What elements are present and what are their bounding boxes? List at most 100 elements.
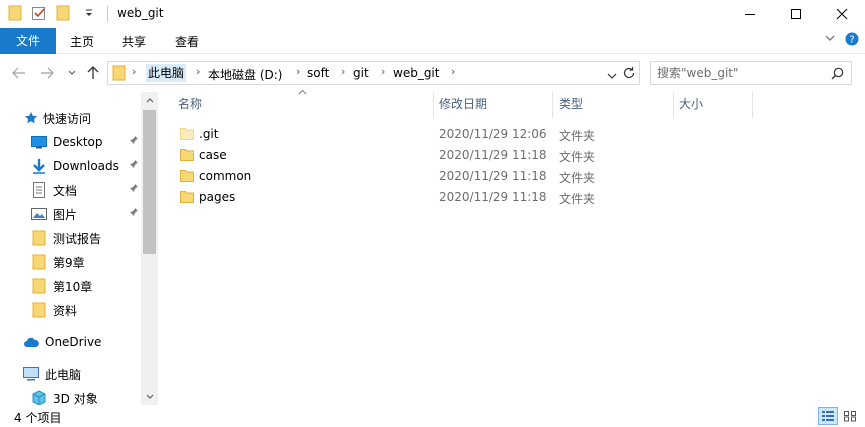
nav-scrollbar[interactable]: [141, 92, 158, 405]
nav-item-pictures[interactable]: 图片: [31, 203, 141, 225]
help-icon[interactable]: ?: [845, 32, 859, 49]
breadcrumb-git[interactable]: git: [353, 66, 369, 80]
column-header-name[interactable]: 名称: [178, 92, 202, 118]
table-row[interactable]: case 2020/11/29 11:18 文件夹: [178, 145, 798, 166]
minimize-button[interactable]: [727, 0, 773, 28]
column-header-size[interactable]: 大小: [679, 92, 703, 118]
file-modified: 2020/11/29 12:06: [439, 127, 547, 141]
navigation-pane: 快速访问 Desktop Downloads 文档 图片 测试报告 第9章 第1…: [0, 92, 158, 405]
column-divider[interactable]: [673, 92, 674, 118]
folder-icon: [180, 127, 194, 140]
folder-icon: [31, 278, 47, 294]
status-bar: 4 个项目: [0, 405, 865, 427]
column-divider[interactable]: [752, 92, 753, 118]
properties-icon[interactable]: [31, 5, 47, 24]
scroll-down-icon[interactable]: [141, 388, 158, 405]
recent-locations-dropdown[interactable]: [63, 64, 81, 82]
desktop-icon: [31, 134, 47, 150]
nav-item-materials[interactable]: 资料: [31, 299, 141, 321]
breadcrumb-web-git[interactable]: web_git: [393, 66, 439, 80]
search-icon[interactable]: [831, 67, 844, 83]
file-list: 名称 修改日期 类型 大小 .git 2020/11/29 12:06 文件夹 …: [158, 89, 865, 405]
scroll-up-icon[interactable]: [141, 92, 158, 109]
breadcrumb-chevron-icon[interactable]: ›: [296, 65, 300, 78]
nav-item-label: 快速访问: [43, 111, 92, 126]
file-name[interactable]: pages: [199, 190, 235, 204]
folder-icon: [31, 302, 47, 318]
pin-icon[interactable]: [129, 207, 139, 220]
address-dropdown-icon[interactable]: [607, 69, 617, 83]
search-box[interactable]: [650, 61, 852, 85]
file-type: 文件夹: [559, 192, 596, 206]
nav-quick-access[interactable]: 快速访问: [23, 107, 141, 129]
tab-share[interactable]: 共享: [112, 30, 156, 54]
nav-item-label: 3D 对象: [53, 391, 98, 406]
nav-item-label: 测试报告: [53, 231, 102, 246]
nav-item-desktop[interactable]: Desktop: [31, 131, 141, 153]
refresh-icon[interactable]: [622, 66, 636, 83]
folder-icon: [8, 5, 22, 24]
cube-3d-icon: [31, 390, 47, 405]
address-row: › 此电脑 › 本地磁盘 (D:) › soft › git › web_git…: [0, 54, 865, 92]
maximize-button[interactable]: [773, 0, 819, 28]
ribbon-tabs: 文件 主页 共享 查看 ?: [0, 28, 865, 54]
download-icon: [31, 158, 47, 174]
forward-button[interactable]: [38, 64, 56, 82]
tab-home[interactable]: 主页: [60, 30, 104, 54]
new-folder-icon[interactable]: [55, 5, 71, 24]
file-modified: 2020/11/29 11:18: [439, 148, 547, 162]
breadcrumb-chevron-icon[interactable]: ›: [341, 65, 345, 78]
breadcrumb-chevron-icon[interactable]: ›: [381, 65, 385, 78]
file-modified: 2020/11/29 11:18: [439, 190, 547, 204]
file-name[interactable]: .git: [199, 127, 218, 141]
title-separator: [107, 6, 108, 22]
column-divider[interactable]: [552, 92, 553, 118]
column-header-type[interactable]: 类型: [559, 92, 583, 118]
breadcrumb-chevron-icon[interactable]: ›: [132, 65, 136, 78]
address-bar[interactable]: › 此电脑 › 本地磁盘 (D:) › soft › git › web_git…: [107, 61, 640, 85]
nav-item-label: 此电脑: [45, 367, 82, 382]
nav-item-documents[interactable]: 文档: [31, 179, 141, 201]
breadcrumb-chevron-icon[interactable]: ›: [196, 65, 200, 78]
quick-access-toolbar-dropdown-icon[interactable]: [84, 7, 94, 22]
breadcrumb-soft[interactable]: soft: [307, 66, 329, 80]
nav-item-chapter-10[interactable]: 第10章: [31, 275, 141, 297]
folder-icon: [180, 148, 194, 161]
nav-item-chapter-9[interactable]: 第9章: [31, 251, 141, 273]
search-input[interactable]: [657, 65, 827, 81]
star-icon: [23, 110, 39, 126]
expand-ribbon-icon[interactable]: [825, 33, 835, 46]
close-button[interactable]: [819, 0, 865, 28]
tab-view[interactable]: 查看: [165, 30, 209, 54]
table-row[interactable]: common 2020/11/29 11:18 文件夹: [178, 166, 798, 187]
computer-icon: [23, 366, 39, 382]
nav-item-label: OneDrive: [45, 335, 102, 349]
file-type: 文件夹: [559, 171, 596, 185]
tab-file[interactable]: 文件: [0, 28, 56, 54]
window-title: web_git: [117, 6, 164, 20]
nav-this-pc[interactable]: 此电脑: [23, 363, 141, 385]
scrollbar-thumb[interactable]: [143, 110, 156, 254]
nav-item-downloads[interactable]: Downloads: [31, 155, 141, 177]
column-header-modified[interactable]: 修改日期: [439, 92, 487, 118]
details-view-button[interactable]: [818, 407, 838, 425]
back-button[interactable]: [10, 64, 28, 82]
column-divider[interactable]: [433, 92, 434, 118]
pin-icon[interactable]: [129, 159, 139, 172]
up-button[interactable]: [84, 64, 102, 82]
breadcrumb-this-pc[interactable]: 此电脑: [146, 64, 187, 82]
breadcrumb-chevron-icon[interactable]: ›: [451, 65, 455, 78]
table-row[interactable]: .git 2020/11/29 12:06 文件夹: [178, 124, 798, 145]
file-name[interactable]: common: [199, 169, 251, 183]
table-row[interactable]: pages 2020/11/29 11:18 文件夹: [178, 187, 798, 208]
pin-icon[interactable]: [129, 183, 139, 196]
breadcrumb-drive-d[interactable]: 本地磁盘 (D:): [208, 66, 282, 83]
file-name[interactable]: case: [199, 148, 227, 162]
nav-3d-objects[interactable]: 3D 对象: [31, 387, 141, 405]
nav-item-label: 图片: [53, 207, 78, 222]
large-icons-view-button[interactable]: [840, 407, 860, 425]
nav-item-label: 第10章: [53, 279, 93, 294]
pin-icon[interactable]: [129, 135, 139, 148]
nav-item-test-report[interactable]: 测试报告: [31, 227, 141, 249]
nav-onedrive[interactable]: OneDrive: [23, 331, 141, 353]
